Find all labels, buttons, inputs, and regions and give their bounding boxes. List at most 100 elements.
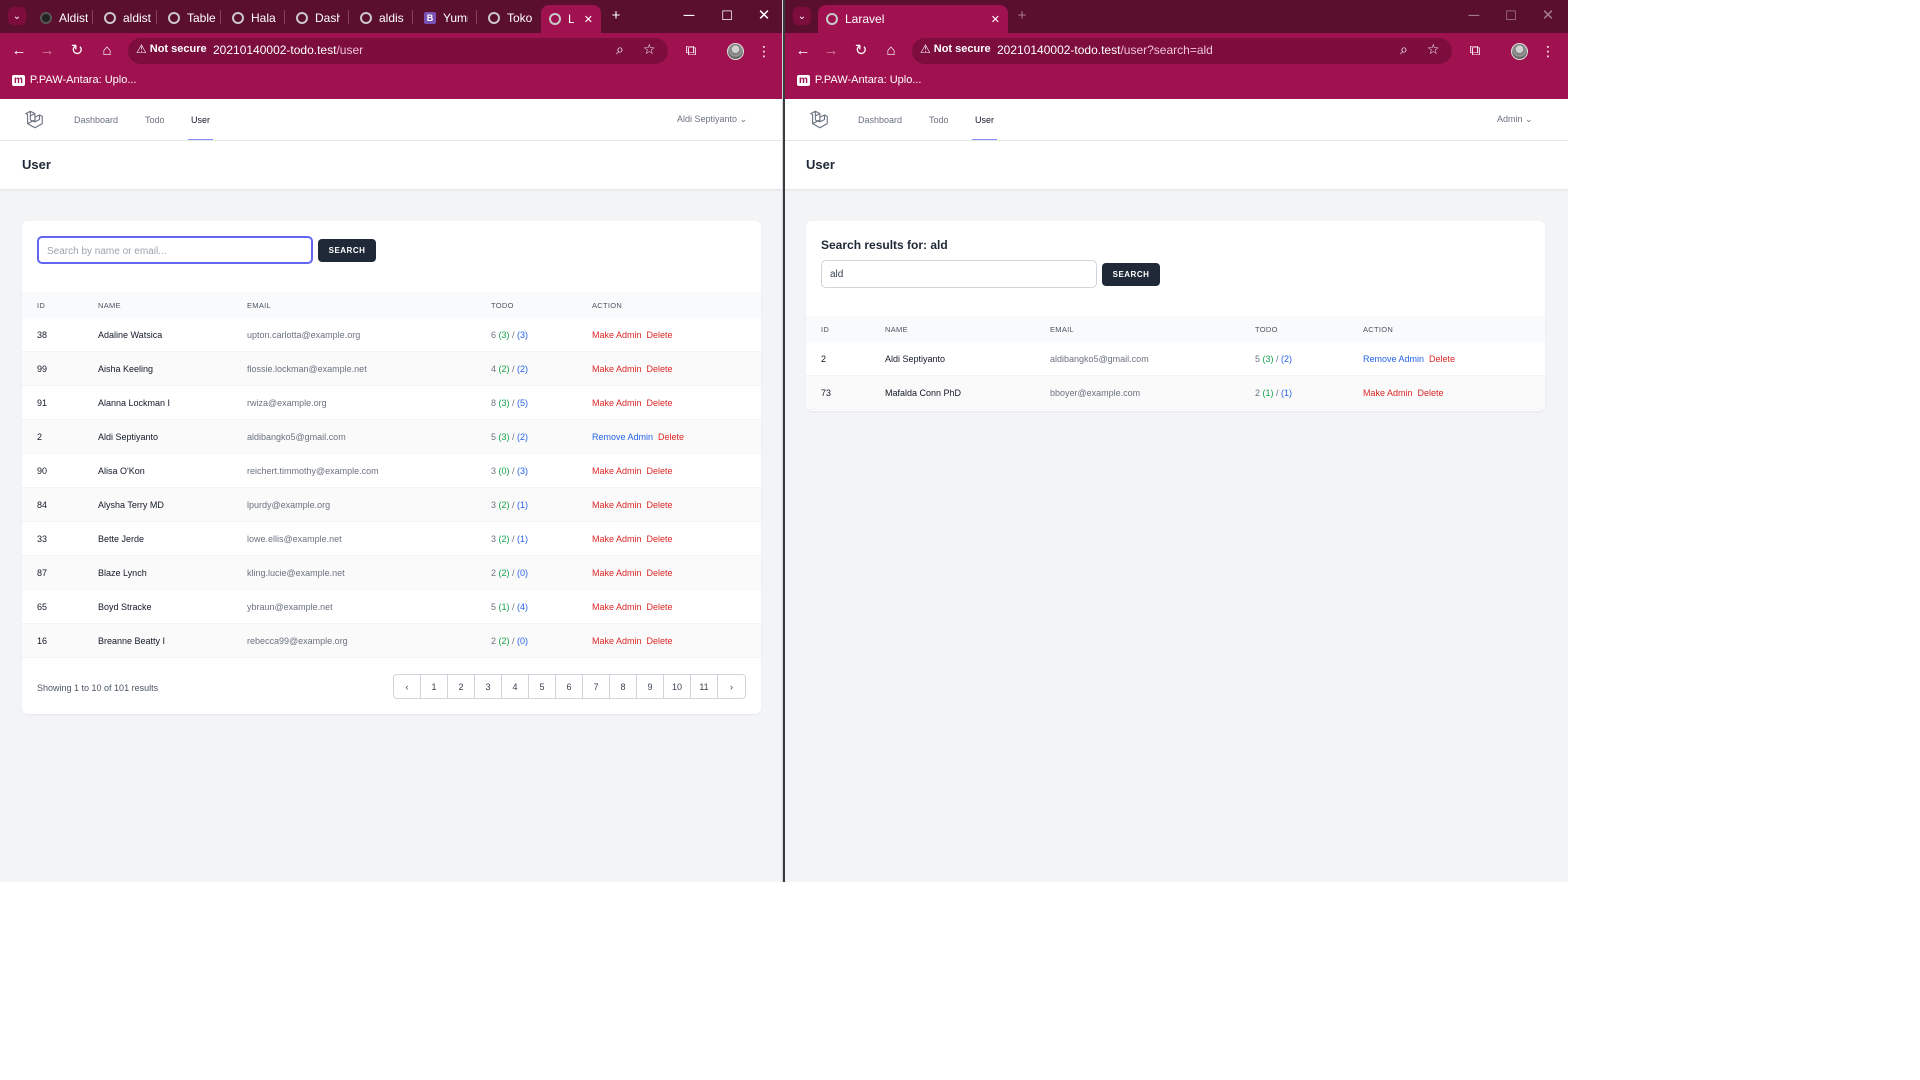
laravel-logo-icon[interactable] [23, 109, 45, 131]
nav-user[interactable]: User [971, 115, 998, 140]
delete-button[interactable]: Delete [1429, 354, 1455, 364]
new-tab-icon[interactable]: + [607, 6, 625, 26]
page-8[interactable]: 8 [610, 675, 637, 698]
tab-close-icon[interactable]: ✕ [991, 13, 1000, 26]
search-button[interactable]: SEARCH [318, 239, 376, 262]
make-admin-button[interactable]: Make Admin [592, 364, 642, 374]
tab-halaman[interactable]: Halan [232, 7, 276, 29]
make-admin-button[interactable]: Make Admin [592, 534, 642, 544]
nav-dashboard[interactable]: Dashboard [858, 115, 902, 125]
prev-page-icon[interactable]: ‹ [394, 675, 421, 698]
page-4[interactable]: 4 [502, 675, 529, 698]
back-icon[interactable]: ← [794, 41, 812, 61]
search-input[interactable]: ald [821, 260, 1097, 288]
tab-aldist[interactable]: aldist [104, 7, 152, 29]
forward-icon[interactable]: → [822, 41, 840, 61]
zoom-icon[interactable]: ⌕ [1400, 41, 1408, 58]
forward-icon[interactable]: → [38, 41, 56, 61]
laravel-logo-icon[interactable] [808, 109, 830, 131]
make-admin-button[interactable]: Make Admin [1363, 388, 1413, 398]
page-5[interactable]: 5 [529, 675, 556, 698]
maximize-icon[interactable]: ☐ [1502, 6, 1520, 26]
page-2[interactable]: 2 [448, 675, 475, 698]
delete-button[interactable]: Delete [658, 432, 684, 442]
security-chip[interactable]: ⚠ Not secure [136, 42, 207, 56]
nav-todo[interactable]: Todo [929, 115, 949, 125]
bookmark-item[interactable]: m P.PAW-Antara: Uplo... [12, 74, 137, 86]
more-menu-icon[interactable]: ⋮ [1541, 41, 1555, 61]
nav-user[interactable]: User [187, 115, 214, 140]
tab-aldist-github[interactable]: Aldist [40, 7, 88, 29]
maximize-icon[interactable]: ☐ [718, 6, 736, 26]
profile-avatar[interactable] [1511, 43, 1528, 60]
bookmark-star-icon[interactable]: ☆ [643, 41, 656, 58]
remove-admin-button[interactable]: Remove Admin [1363, 354, 1424, 364]
url-text[interactable]: 20210140002-todo.test/user [213, 43, 363, 57]
security-chip[interactable]: ⚠ Not secure [920, 42, 991, 56]
user-dropdown[interactable]: Aldi Septiyanto ⌄ [677, 114, 747, 125]
delete-button[interactable]: Delete [647, 602, 673, 612]
nav-todo[interactable]: Todo [145, 115, 165, 125]
minimize-icon[interactable]: ─ [680, 6, 698, 26]
address-bar[interactable]: ⚠ Not secure 20210140002-todo.test/user ⌕… [128, 38, 668, 64]
page-7[interactable]: 7 [583, 675, 610, 698]
more-menu-icon[interactable]: ⋮ [757, 41, 771, 61]
globe-icon [232, 12, 244, 24]
delete-button[interactable]: Delete [647, 398, 673, 408]
extensions-icon[interactable]: ⧉ [682, 41, 700, 61]
make-admin-button[interactable]: Make Admin [592, 500, 642, 510]
page-6[interactable]: 6 [556, 675, 583, 698]
search-button[interactable]: SEARCH [1102, 263, 1160, 286]
delete-button[interactable]: Delete [647, 330, 673, 340]
page-1[interactable]: 1 [421, 675, 448, 698]
minimize-icon[interactable]: ─ [1465, 6, 1483, 26]
nav-dashboard[interactable]: Dashboard [74, 115, 118, 125]
user-dropdown[interactable]: Admin ⌄ [1497, 114, 1533, 125]
tab-dashboard[interactable]: Dashb [296, 7, 340, 29]
delete-button[interactable]: Delete [647, 568, 673, 578]
reload-icon[interactable]: ↻ [68, 41, 86, 61]
tab-laravel-active[interactable]: Laravel ✕ [818, 5, 1008, 33]
delete-button[interactable]: Delete [647, 364, 673, 374]
delete-button[interactable]: Delete [647, 466, 673, 476]
delete-button[interactable]: Delete [647, 534, 673, 544]
back-icon[interactable]: ← [10, 41, 28, 61]
delete-button[interactable]: Delete [647, 636, 673, 646]
tab-table[interactable]: Table [168, 7, 216, 29]
reload-icon[interactable]: ↻ [852, 41, 870, 61]
profile-avatar[interactable] [727, 43, 744, 60]
close-window-icon[interactable]: ✕ [755, 6, 773, 26]
home-icon[interactable]: ⌂ [98, 41, 116, 61]
tab-close-icon[interactable]: ✕ [584, 13, 593, 26]
close-window-icon[interactable]: ✕ [1539, 6, 1557, 26]
tab-search-icon[interactable]: ⌄ [8, 7, 26, 25]
tab-toko[interactable]: Toko [488, 7, 532, 29]
make-admin-button[interactable]: Make Admin [592, 466, 642, 476]
tab-aldist-2[interactable]: aldist [360, 7, 404, 29]
address-bar[interactable]: ⚠ Not secure 20210140002-todo.test/user?s… [912, 38, 1452, 64]
new-tab-icon[interactable]: + [1013, 6, 1031, 26]
delete-button[interactable]: Delete [647, 500, 673, 510]
page-9[interactable]: 9 [637, 675, 664, 698]
page-11[interactable]: 11 [691, 675, 718, 698]
bookmark-item[interactable]: m P.PAW-Antara: Uplo... [797, 74, 922, 86]
bookmark-star-icon[interactable]: ☆ [1427, 41, 1440, 58]
make-admin-button[interactable]: Make Admin [592, 636, 642, 646]
make-admin-button[interactable]: Make Admin [592, 330, 642, 340]
url-text[interactable]: 20210140002-todo.test/user?search=ald [997, 43, 1213, 57]
search-input[interactable]: Search by name or email... [37, 236, 313, 264]
tab-laravel-active[interactable]: L✕ [541, 5, 601, 33]
page-3[interactable]: 3 [475, 675, 502, 698]
extensions-icon[interactable]: ⧉ [1466, 41, 1484, 61]
page-10[interactable]: 10 [664, 675, 691, 698]
make-admin-button[interactable]: Make Admin [592, 568, 642, 578]
home-icon[interactable]: ⌂ [882, 41, 900, 61]
tab-yummy[interactable]: BYumm [424, 7, 468, 29]
zoom-icon[interactable]: ⌕ [616, 41, 624, 58]
next-page-icon[interactable]: › [718, 675, 745, 698]
make-admin-button[interactable]: Make Admin [592, 398, 642, 408]
make-admin-button[interactable]: Make Admin [592, 602, 642, 612]
delete-button[interactable]: Delete [1418, 388, 1444, 398]
tab-search-icon[interactable]: ⌄ [793, 7, 811, 25]
remove-admin-button[interactable]: Remove Admin [592, 432, 653, 442]
